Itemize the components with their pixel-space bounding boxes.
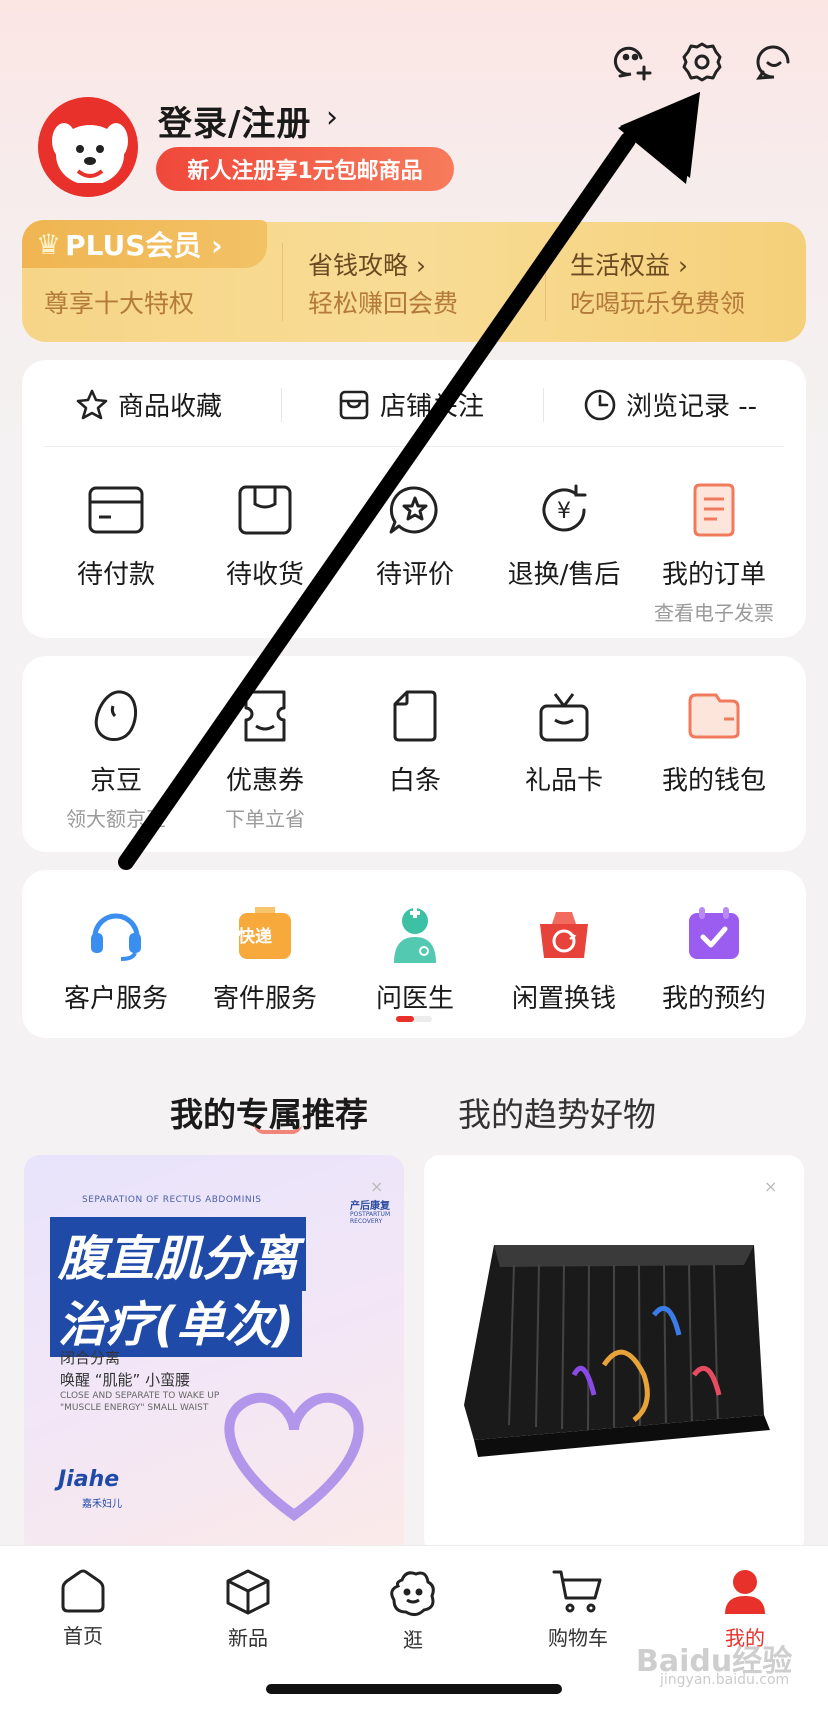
annotation-arrow (118, 92, 700, 870)
